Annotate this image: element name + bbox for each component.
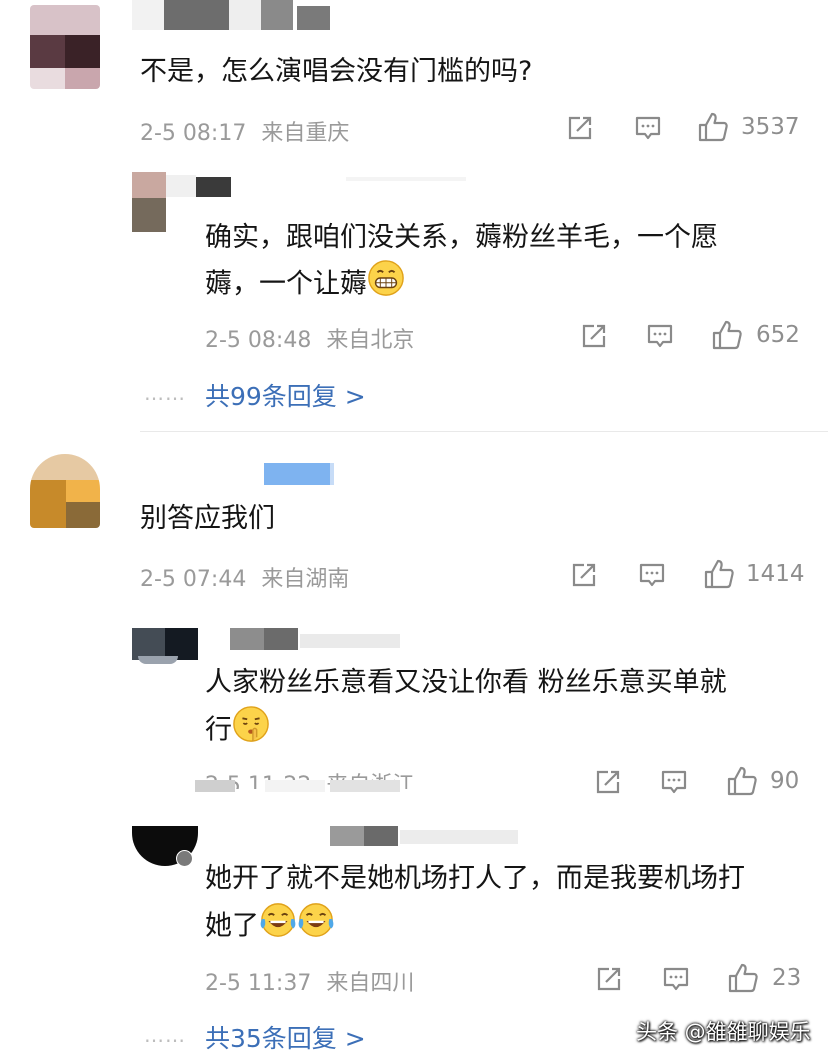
reply-text-line-1: 人家粉丝乐意看又没让你看 粉丝乐意买单就 — [205, 667, 727, 698]
avatar[interactable] — [132, 628, 198, 664]
share-icon[interactable] — [566, 114, 594, 142]
like-icon[interactable] — [703, 558, 735, 590]
timestamp: 2-5 08:48 — [205, 328, 312, 353]
comment-text: 别答应我们 — [140, 503, 275, 534]
username-redacted[interactable] — [166, 175, 466, 197]
reply-text-line-1: 她开了就不是她机场打人了，而是我要机场打 — [205, 863, 745, 894]
more-replies-link[interactable]: 共35条回复 > — [205, 1019, 366, 1055]
username-redacted[interactable] — [330, 826, 530, 848]
location: 来自北京 — [326, 328, 415, 353]
avatar[interactable] — [132, 172, 166, 232]
share-icon[interactable] — [570, 561, 598, 589]
like-count: 1414 — [746, 561, 805, 587]
location: 来自重庆 — [261, 121, 350, 146]
username-redacted[interactable] — [230, 628, 410, 652]
timestamp: 2-5 11:37 — [205, 971, 312, 996]
reply-meta: 2-5 11:37 来自四川 — [205, 965, 414, 997]
like-count: 90 — [770, 768, 800, 794]
laugh-cry-emoji — [259, 901, 297, 953]
comment-icon[interactable] — [634, 114, 662, 142]
laugh-cry-emoji — [297, 901, 335, 953]
like-icon[interactable] — [711, 319, 743, 351]
comment-icon[interactable] — [662, 965, 690, 993]
share-icon[interactable] — [594, 768, 622, 796]
share-icon[interactable] — [595, 965, 623, 993]
like-icon[interactable] — [727, 962, 759, 994]
comment-meta: 2-5 07:44 来自湖南 — [140, 561, 349, 593]
more-replies-dots: …… — [144, 381, 186, 405]
watermark: 头条 @雒雒聊娱乐 — [636, 1020, 811, 1044]
share-icon[interactable] — [580, 322, 608, 350]
more-replies-link[interactable]: 共99条回复 > — [205, 377, 366, 413]
username-redacted[interactable] — [264, 463, 330, 485]
reply-text-line-2: 行 — [205, 705, 270, 757]
more-replies-dots: …… — [144, 1023, 186, 1047]
username-redacted[interactable] — [132, 0, 342, 32]
comment-icon[interactable] — [638, 561, 666, 589]
like-count: 652 — [756, 322, 800, 348]
location: 来自四川 — [326, 971, 415, 996]
reply-text-line-2: 薅，一个让薅 — [205, 259, 405, 311]
divider — [140, 431, 828, 432]
reply-text-line-2: 她了 — [205, 901, 335, 953]
like-icon[interactable] — [726, 765, 758, 797]
comment-icon[interactable] — [646, 322, 674, 350]
timestamp: 2-5 08:17 — [140, 121, 247, 146]
comment-text: 不是，怎么演唱会没有门槛的吗? — [140, 56, 533, 87]
like-count: 23 — [772, 965, 802, 991]
avatar[interactable] — [30, 454, 100, 528]
location: 来自湖南 — [261, 567, 350, 592]
avatar[interactable] — [132, 826, 198, 866]
timestamp: 2-5 07:44 — [140, 567, 247, 592]
reply-text-line-1: 确实，跟咱们没关系，薅粉丝羊毛，一个愿 — [205, 222, 718, 253]
comment-icon[interactable] — [660, 768, 688, 796]
reply-meta: 2-5 08:48 来自北京 — [205, 322, 414, 354]
comment-meta: 2-5 08:17 来自重庆 — [140, 115, 349, 147]
grin-emoji — [367, 259, 405, 311]
like-icon[interactable] — [697, 111, 729, 143]
like-count: 3537 — [741, 114, 800, 140]
avatar[interactable] — [30, 5, 100, 89]
shush-emoji — [232, 705, 270, 757]
